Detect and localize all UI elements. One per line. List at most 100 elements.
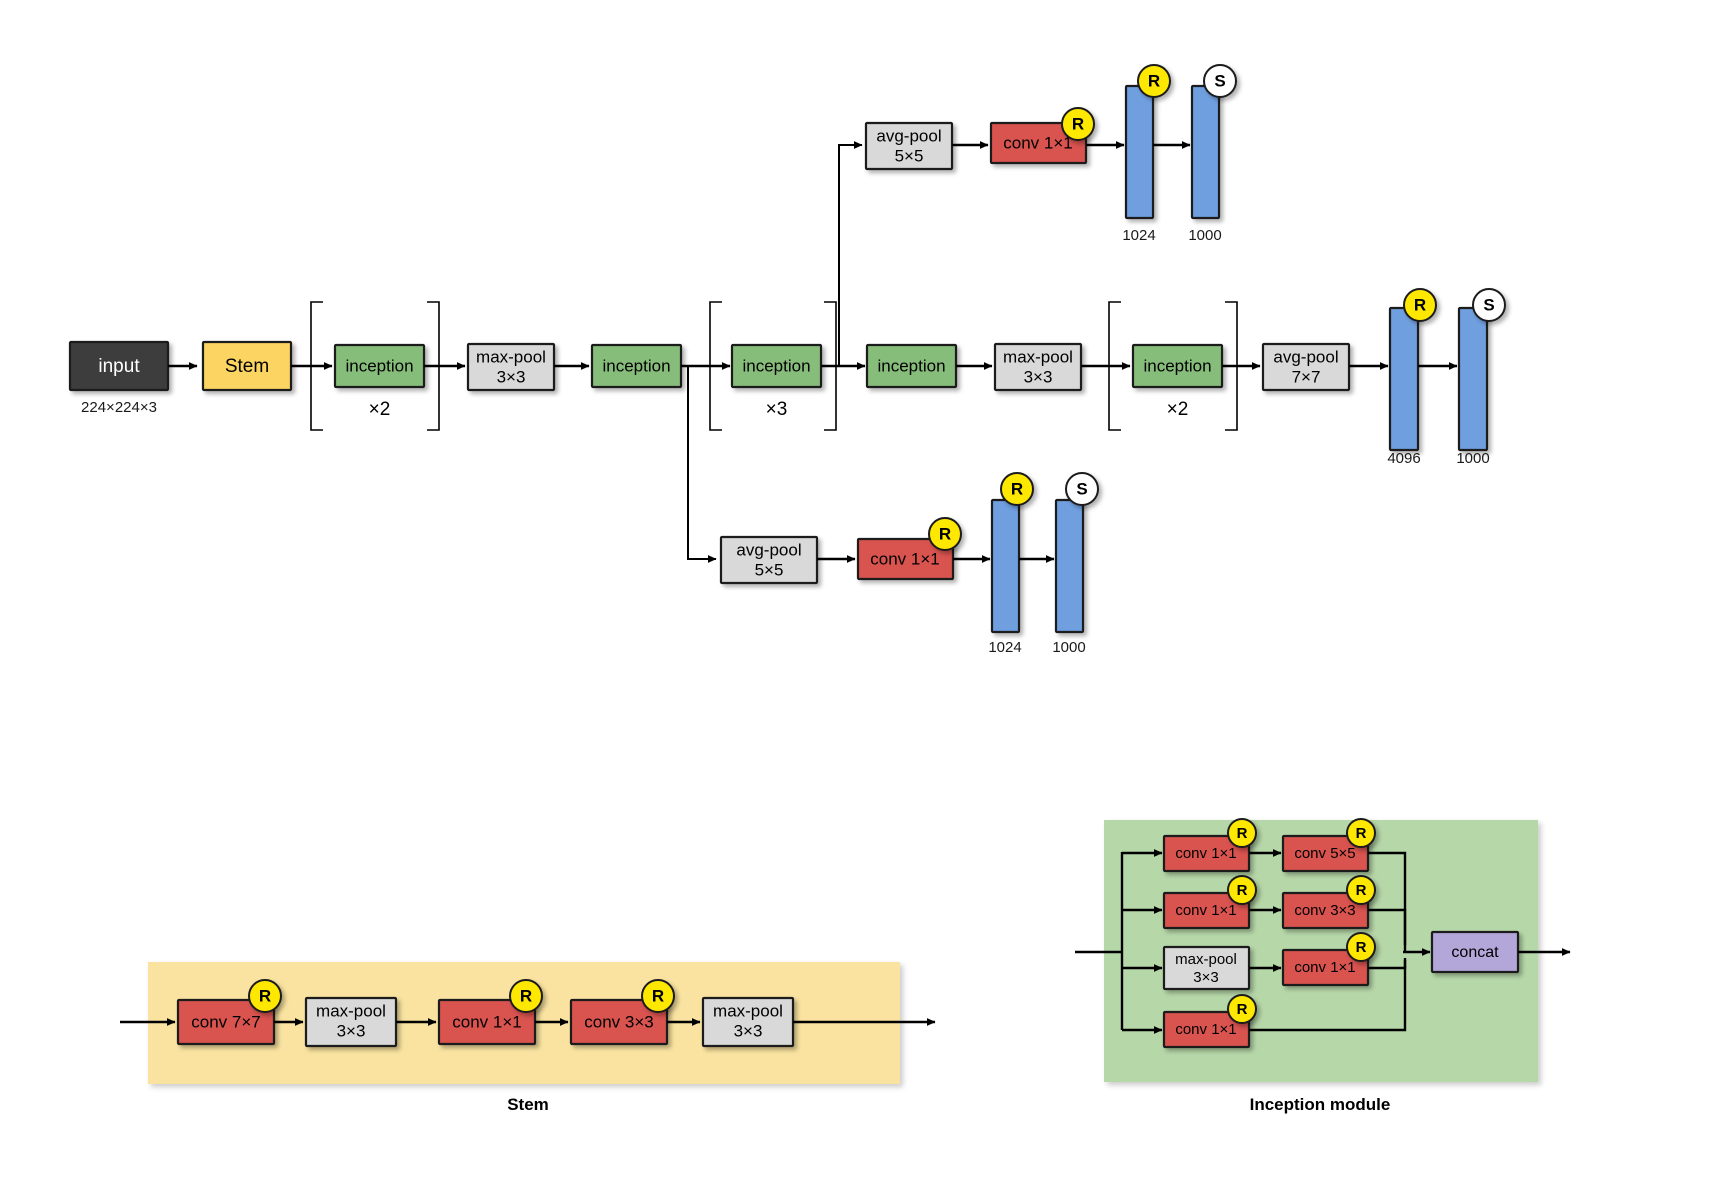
badge-relu-inception-b4-text: R <box>1237 1001 1248 1018</box>
node-avgpool-final[interactable]: avg-pool 7×7 <box>1261 342 1351 392</box>
node-aux-top-avgpool-line2: 5×5 <box>895 146 924 165</box>
badge-softmax-aux-top-fc-text: S <box>1214 71 1225 90</box>
node-aux-top-conv-label: conv 1×1 <box>1003 133 1072 152</box>
inception-b3-maxpool[interactable]: max-pool 3×3 <box>1162 945 1251 991</box>
edge-branch-to-aux-bottom <box>687 366 717 563</box>
node-inception-group2-label: inception <box>742 356 810 375</box>
node-fc-4096-size: 4096 <box>1387 450 1420 467</box>
node-fc-1000-main[interactable] <box>1457 306 1489 452</box>
node-fc-4096[interactable] <box>1388 306 1420 452</box>
badge-softmax-aux-bottom-fc-text: S <box>1076 479 1087 498</box>
node-aux-bottom-fc-1024-size: 1024 <box>988 639 1021 656</box>
badge-relu-stem-conv-7x7: R <box>248 979 282 1013</box>
inception-b3-maxpool-line1: max-pool <box>1175 951 1237 968</box>
badge-relu-inception-b3-text: R <box>1356 939 1367 956</box>
badge-relu-aux-bottom-conv: R <box>928 517 962 551</box>
badge-relu-inception-b2-a-text: R <box>1237 882 1248 899</box>
group1-repeat-label: ×2 <box>369 399 391 420</box>
badge-relu-stem-conv-3x3-text: R <box>652 986 664 1005</box>
node-inception-group3-label: inception <box>1143 356 1211 375</box>
node-maxpool-2-line2: 3×3 <box>1024 367 1053 386</box>
node-inception-2-label: inception <box>877 356 945 375</box>
stem-block-maxpool-1-line1: max-pool <box>316 1001 386 1020</box>
node-aux-bottom-fc-1000[interactable] <box>1054 498 1085 634</box>
input-dims-label: 224×224×3 <box>81 399 157 416</box>
badge-softmax-fc-1000-main-text: S <box>1483 295 1494 314</box>
node-aux-bottom-conv-label: conv 1×1 <box>870 549 939 568</box>
node-input-label: input <box>98 356 140 377</box>
node-aux-bottom-fc-1024[interactable] <box>990 498 1021 634</box>
inception-b3-maxpool-line2: 3×3 <box>1193 969 1218 986</box>
node-avgpool-final-line1: avg-pool <box>1273 347 1338 366</box>
node-aux-top-fc-1024-size: 1024 <box>1122 227 1155 244</box>
inception-b1-conv-5x5-label: conv 5×5 <box>1294 845 1355 862</box>
node-input[interactable]: input <box>68 340 170 392</box>
node-aux-top-fc-1000-size: 1000 <box>1188 227 1221 244</box>
stem-block-maxpool-1-line2: 3×3 <box>337 1021 366 1040</box>
badge-relu-stem-conv-3x3: R <box>641 979 675 1013</box>
inception-caption: Inception module <box>1250 1095 1391 1114</box>
badge-relu-inception-b2-b: R <box>1346 875 1376 905</box>
badge-relu-inception-b1-a-text: R <box>1237 825 1248 842</box>
inception-concat[interactable]: concat <box>1430 930 1520 974</box>
node-aux-bottom-avgpool[interactable]: avg-pool 5×5 <box>719 535 819 585</box>
badge-relu-inception-b1-a: R <box>1227 818 1257 848</box>
node-stem[interactable]: Stem <box>201 340 293 392</box>
inception-b1-conv-1x1-label: conv 1×1 <box>1175 845 1236 862</box>
badge-relu-inception-b2-a: R <box>1227 875 1257 905</box>
node-inception-group3[interactable]: inception <box>1131 343 1224 389</box>
badge-relu-stem-conv-1x1-text: R <box>520 986 532 1005</box>
stem-block-conv-3x3-label: conv 3×3 <box>584 1012 653 1031</box>
node-fc-1000-main-size: 1000 <box>1456 450 1489 467</box>
badge-relu-aux-top-fc: R <box>1137 64 1171 98</box>
badge-relu-aux-bottom-conv-text: R <box>939 524 951 543</box>
node-aux-top-fc-1024[interactable] <box>1124 84 1155 220</box>
node-inception-2[interactable]: inception <box>865 343 958 389</box>
badge-relu-inception-b4: R <box>1227 994 1257 1024</box>
architecture-diagram: input 224×224×3 Stem inception ×2 max-po… <box>68 64 1571 1114</box>
badge-softmax-aux-bottom-fc: S <box>1065 472 1099 506</box>
stem-block-conv-7x7-label: conv 7×7 <box>191 1012 260 1031</box>
badge-softmax-aux-top-fc: S <box>1203 64 1237 98</box>
badge-relu-inception-b2-b-text: R <box>1356 882 1367 899</box>
group2-repeat-label: ×3 <box>766 399 788 420</box>
badge-relu-aux-top-conv-text: R <box>1072 114 1084 133</box>
stem-block-maxpool-2-line1: max-pool <box>713 1001 783 1020</box>
badge-relu-aux-top-fc-text: R <box>1148 71 1160 90</box>
edge-branch-to-aux-top <box>838 141 863 366</box>
node-inception-group1[interactable]: inception <box>333 343 426 389</box>
badge-relu-inception-b1-b: R <box>1346 818 1376 848</box>
badge-relu-fc-4096-text: R <box>1414 295 1426 314</box>
node-inception-1-label: inception <box>602 356 670 375</box>
node-aux-top-avgpool[interactable]: avg-pool 5×5 <box>864 121 954 171</box>
badge-relu-fc-4096: R <box>1403 288 1437 322</box>
badge-relu-stem-conv-7x7-text: R <box>259 986 271 1005</box>
inception-b2-conv-1x1-label: conv 1×1 <box>1175 902 1236 919</box>
node-stem-label: Stem <box>225 356 269 377</box>
node-maxpool-2-line1: max-pool <box>1003 347 1073 366</box>
node-aux-top-fc-1000[interactable] <box>1190 84 1221 220</box>
inception-b2-conv-3x3-label: conv 3×3 <box>1294 902 1355 919</box>
node-aux-bottom-fc-1000-size: 1000 <box>1052 639 1085 656</box>
inception-b3-conv-1x1-label: conv 1×1 <box>1294 959 1355 976</box>
node-aux-top-avgpool-line1: avg-pool <box>876 126 941 145</box>
badge-relu-inception-b1-b-text: R <box>1356 825 1367 842</box>
badge-relu-aux-bottom-fc-text: R <box>1011 479 1023 498</box>
node-maxpool-2[interactable]: max-pool 3×3 <box>993 342 1083 392</box>
badge-relu-stem-conv-1x1: R <box>509 979 543 1013</box>
node-inception-1[interactable]: inception <box>590 343 683 389</box>
inception-b4-conv-1x1-label: conv 1×1 <box>1175 1021 1236 1038</box>
badge-relu-aux-bottom-fc: R <box>1000 472 1034 506</box>
badge-relu-inception-b3: R <box>1346 932 1376 962</box>
node-maxpool-1-line1: max-pool <box>476 347 546 366</box>
node-inception-group1-label: inception <box>345 356 413 375</box>
group3-repeat-label: ×2 <box>1167 399 1189 420</box>
node-aux-bottom-avgpool-line1: avg-pool <box>736 540 801 559</box>
stem-block-conv-1x1-label: conv 1×1 <box>452 1012 521 1031</box>
node-avgpool-final-line2: 7×7 <box>1292 367 1321 386</box>
badge-softmax-fc-1000-main: S <box>1472 288 1506 322</box>
stem-block-maxpool-2[interactable]: max-pool 3×3 <box>701 996 795 1048</box>
stem-block-maxpool-1[interactable]: max-pool 3×3 <box>304 996 398 1048</box>
node-maxpool-1[interactable]: max-pool 3×3 <box>466 342 556 392</box>
node-inception-group2[interactable]: inception <box>730 343 823 389</box>
